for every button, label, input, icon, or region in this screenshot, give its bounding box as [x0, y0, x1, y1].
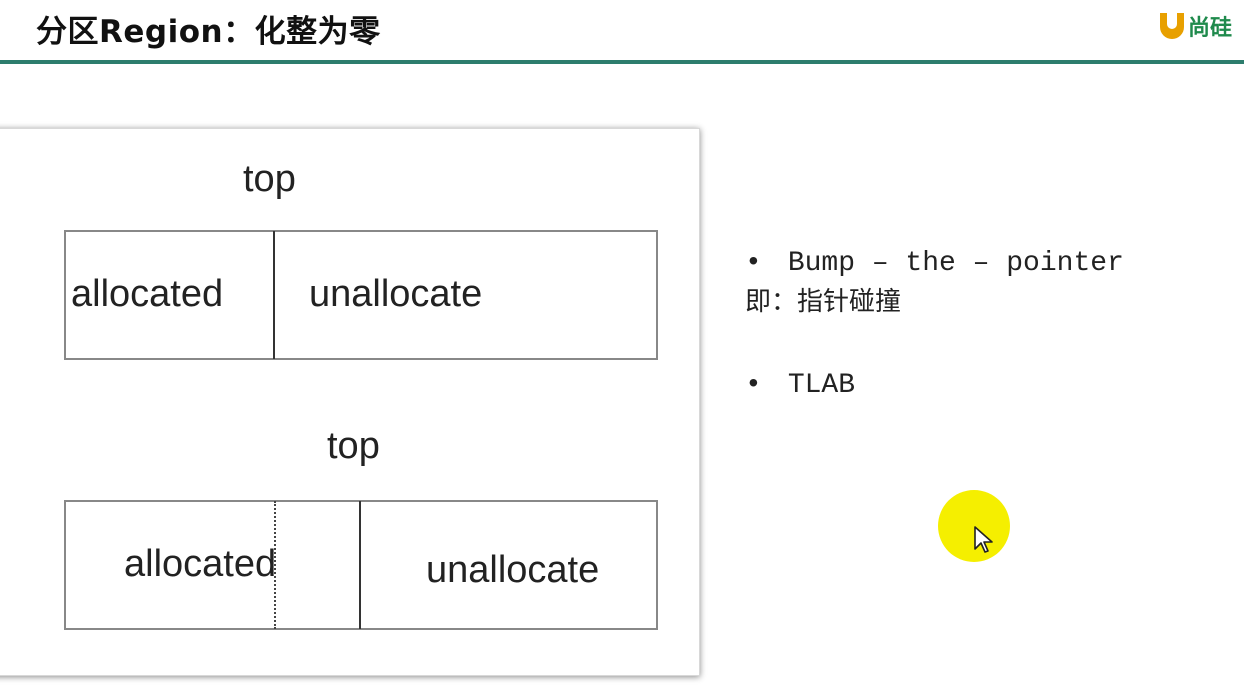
top-pointer-line-1	[273, 231, 275, 359]
bullet-text-tlab: TLAB	[787, 370, 856, 401]
unallocate-label-2: unallocate	[426, 549, 600, 591]
bullet-dot-icon: •	[745, 370, 762, 401]
mouse-pointer-icon	[974, 526, 993, 553]
notes-list: • Bump – the – pointer 即：指针碰撞 • TLAB	[745, 248, 1124, 401]
top-label-1: top	[243, 158, 296, 200]
allocated-label-2: allocated	[124, 543, 277, 585]
bullet-dot-icon: •	[745, 248, 762, 279]
bullet-text-bump: Bump – the – pointer	[787, 248, 1124, 279]
top-pointer-line-2	[359, 501, 361, 629]
slide-title: 分区Region：化整为零	[36, 14, 381, 50]
logo-mark-icon	[1159, 13, 1184, 39]
allocated-label-1: allocated	[71, 273, 224, 315]
bullet-item-bump: • Bump – the – pointer	[745, 248, 1124, 279]
logo-text: 尚硅	[1187, 16, 1232, 41]
title-underline	[0, 60, 1244, 64]
top-label-2: top	[327, 425, 380, 467]
bullet-subtext: 即：指针碰撞	[745, 287, 902, 317]
bullet-item-tlab: • TLAB	[745, 370, 1124, 401]
brand-logo: 尚硅	[1159, 10, 1232, 42]
unallocate-label-1: unallocate	[309, 273, 483, 315]
